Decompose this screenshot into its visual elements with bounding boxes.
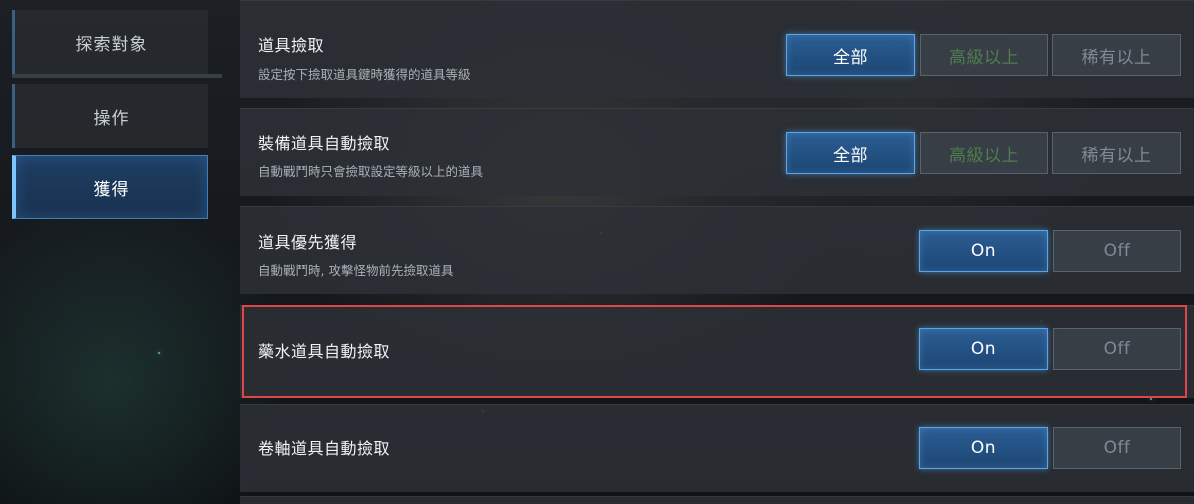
sidebar-tab-label: 獲得: [93, 179, 130, 200]
setting-description: 自動戰鬥時, 攻擊怪物前先撿取道具: [258, 263, 454, 278]
option-all-button[interactable]: 全部: [786, 34, 915, 76]
option-rare-button[interactable]: 稀有以上: [1052, 34, 1181, 76]
setting-title: 道具撿取: [258, 36, 325, 55]
on-button[interactable]: On: [919, 230, 1048, 272]
on-button[interactable]: On: [919, 427, 1048, 469]
setting-row-item-pickup: 道具撿取 設定按下撿取道具鍵時獲得的道具等級 全部 高級以上 稀有以上: [240, 0, 1194, 98]
off-button[interactable]: Off: [1053, 230, 1181, 272]
sidebar: 探索對象 操作 獲得: [0, 0, 222, 504]
setting-title: 卷軸道具自動撿取: [258, 439, 391, 458]
option-advanced-button[interactable]: 高級以上: [920, 132, 1048, 174]
setting-title: 道具優先獲得: [258, 233, 358, 252]
setting-row-partial: [240, 496, 1194, 504]
sidebar-divider: [12, 74, 222, 78]
setting-description: 設定按下撿取道具鍵時獲得的道具等級: [258, 67, 471, 82]
setting-description: 自動戰鬥時只會撿取設定等級以上的道具: [258, 164, 484, 179]
setting-row-equip-auto-pickup: 裝備道具自動撿取 自動戰鬥時只會撿取設定等級以上的道具 全部 高級以上 稀有以上: [240, 108, 1194, 196]
setting-row-item-priority: 道具優先獲得 自動戰鬥時, 攻擊怪物前先撿取道具 On Off: [240, 206, 1194, 294]
sidebar-tab-label: 操作: [93, 108, 130, 129]
sidebar-tab-operation[interactable]: 操作: [12, 84, 208, 148]
option-all-button[interactable]: 全部: [786, 132, 915, 174]
off-button[interactable]: Off: [1053, 427, 1181, 469]
sidebar-tab-label: 探索對象: [75, 34, 148, 55]
setting-row-scroll-auto-pickup: 卷軸道具自動撿取 On Off: [240, 404, 1194, 492]
highlight-box: [242, 305, 1187, 398]
setting-title: 裝備道具自動撿取: [258, 134, 391, 153]
settings-panel: 道具撿取 設定按下撿取道具鍵時獲得的道具等級 全部 高級以上 稀有以上 裝備道具…: [240, 0, 1194, 504]
sidebar-tab-acquire[interactable]: 獲得: [12, 155, 208, 219]
sidebar-tab-explore-target[interactable]: 探索對象: [12, 10, 208, 74]
option-rare-button[interactable]: 稀有以上: [1052, 132, 1181, 174]
option-advanced-button[interactable]: 高級以上: [920, 34, 1048, 76]
